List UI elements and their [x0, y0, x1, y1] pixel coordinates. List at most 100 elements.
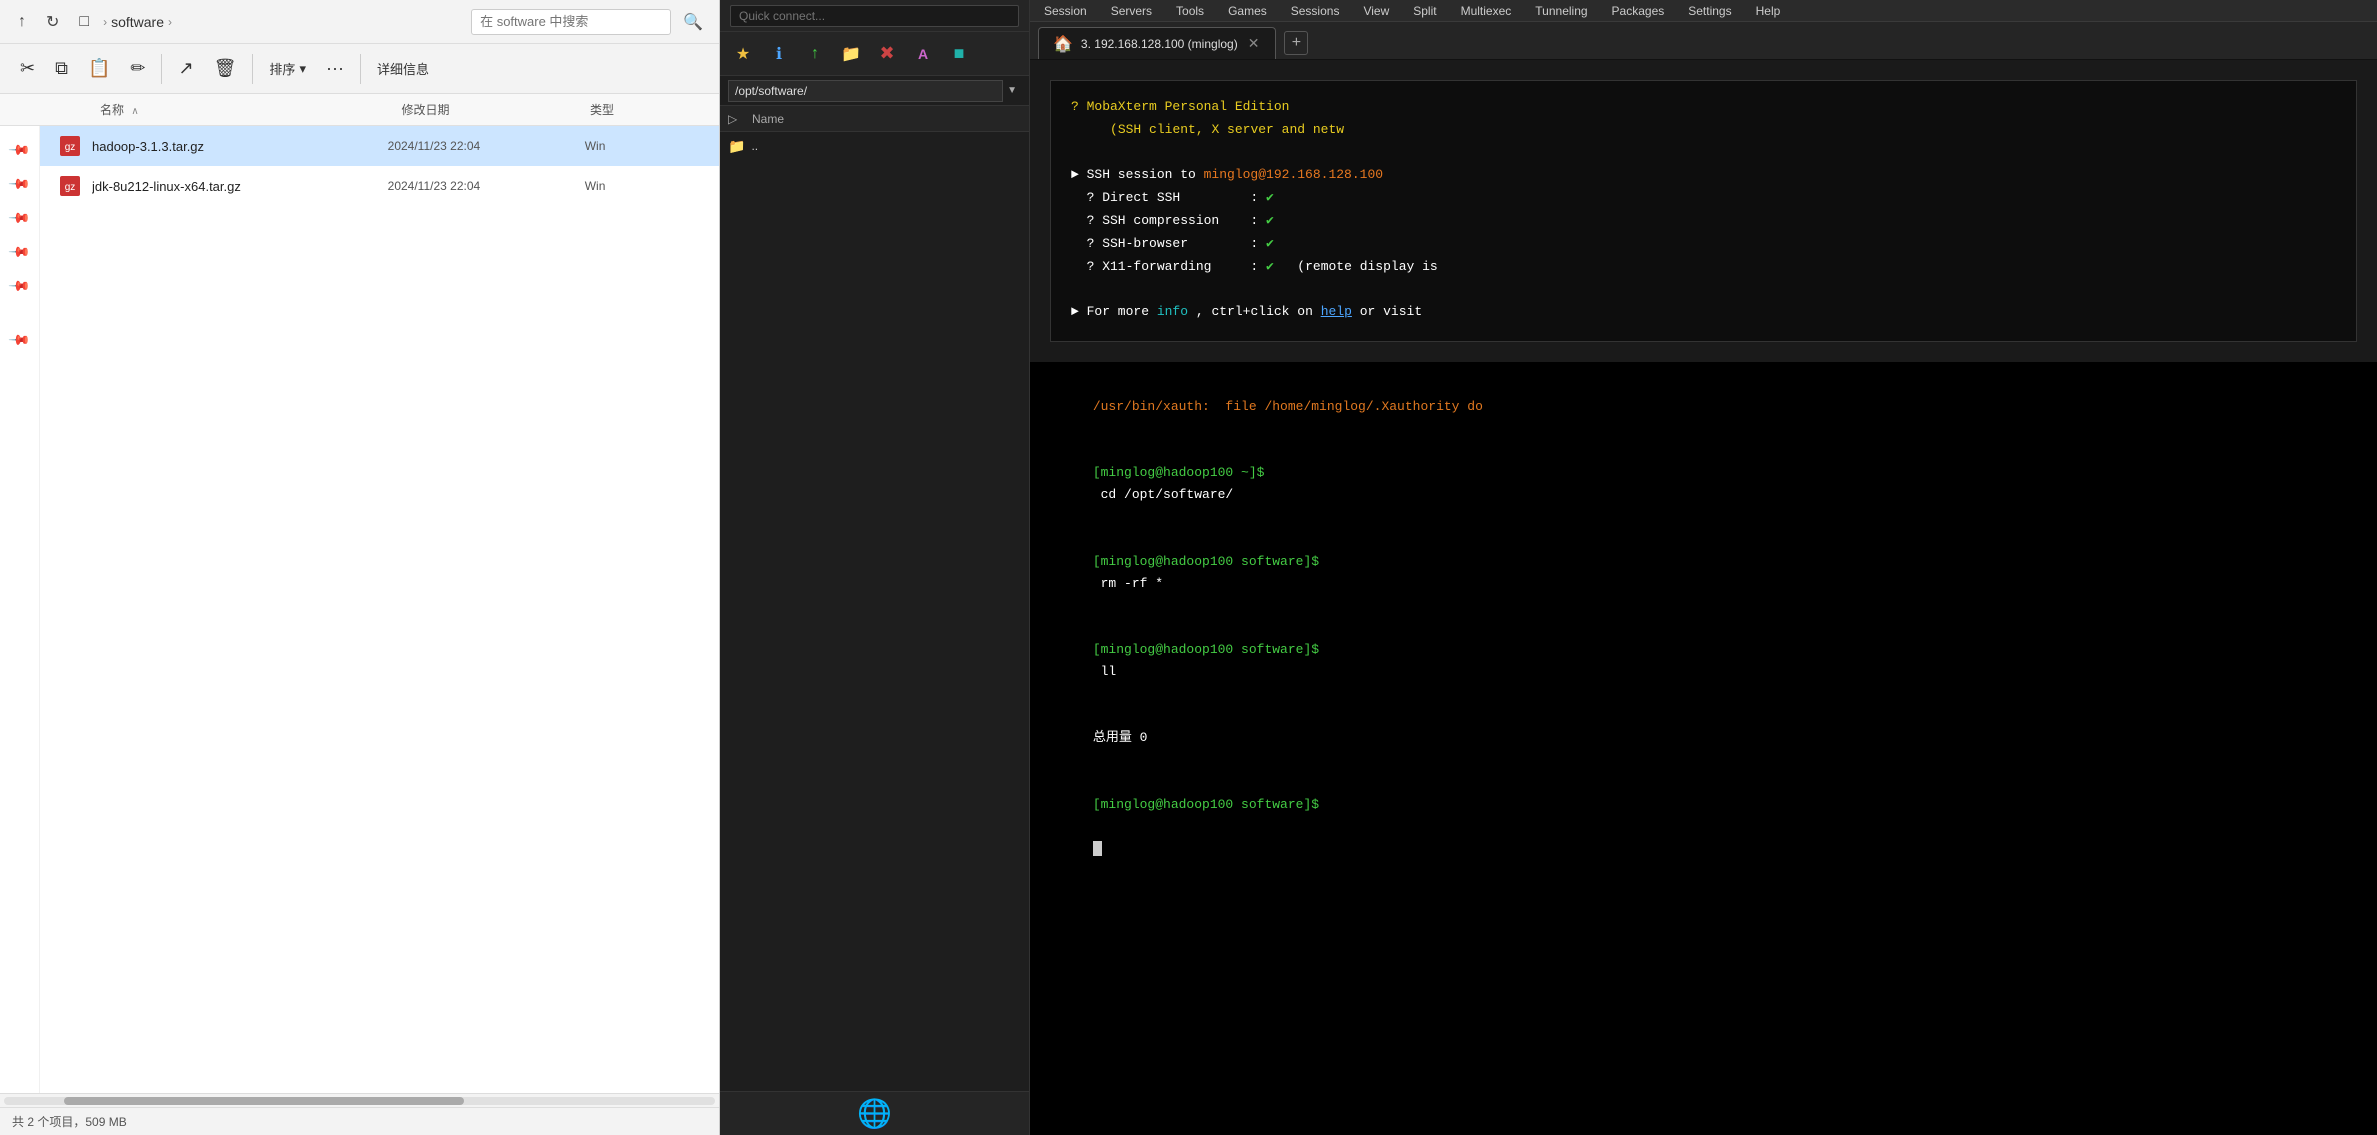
tab-ssh-session[interactable]: 🏠 3. 192.168.128.100 (minglog) ✕	[1038, 27, 1276, 59]
horizontal-scrollbar[interactable]	[0, 1093, 719, 1107]
pin-item-6[interactable]: 📌	[0, 320, 39, 360]
sort-button[interactable]: 排序 ▾	[261, 55, 314, 82]
breadcrumb-folder[interactable]: software	[111, 14, 164, 30]
breadcrumb-arrow2: ›	[168, 15, 172, 29]
col-name-header[interactable]: 名称 ∧	[100, 101, 402, 118]
more-icon: ···	[326, 58, 344, 79]
menu-servers[interactable]: Servers	[1105, 4, 1158, 18]
sftp-col-name-label: Name	[752, 112, 1021, 126]
cut-button[interactable]: ✂	[12, 54, 43, 83]
pin-item-5[interactable]: 📌	[0, 266, 39, 306]
sftp-rename-button[interactable]: A	[908, 40, 938, 68]
sftp-quickconnect-input[interactable]	[730, 5, 1019, 27]
sftp-file-name: ..	[751, 139, 1021, 153]
sftp-path-input[interactable]	[728, 80, 1003, 102]
welcome-ssh-compression: ? SSH compression : ✔	[1071, 211, 2336, 232]
list-item[interactable]: 📁 ..	[720, 132, 1029, 160]
file-explorer: ↑ ↻ □ › software › 🔍 ✂ ⧉ 📋 ✏ ↗ 🗑	[0, 0, 720, 1135]
sftp-bookmark-button[interactable]: ★	[728, 40, 758, 68]
share-icon: ↗	[178, 58, 193, 79]
menu-sessions[interactable]: Sessions	[1285, 4, 1346, 18]
menu-settings[interactable]: Settings	[1682, 4, 1737, 18]
item-count: 共 2 个项目，509 MB	[12, 1113, 127, 1130]
globe-icon: 🌐	[857, 1097, 892, 1130]
paste-icon: 📋	[88, 58, 110, 79]
table-row[interactable]: gz jdk-8u212-linux-x64.tar.gz 2024/11/23…	[40, 166, 719, 206]
scrollbar-thumb[interactable]	[64, 1097, 464, 1105]
more-button[interactable]: ···	[318, 54, 352, 83]
help-link[interactable]: help	[1321, 304, 1352, 319]
rename-button[interactable]: ✏	[122, 54, 153, 83]
file-name: jdk-8u212-linux-x64.tar.gz	[92, 179, 388, 194]
sftp-folder-button[interactable]: 📁	[836, 40, 866, 68]
sftp-folder-icon: 📁	[728, 138, 745, 155]
terminal-line: [minglog@hadoop100 ~]$ cd /opt/software/	[1046, 440, 2361, 528]
col-date-header[interactable]: 修改日期	[402, 101, 590, 118]
cut-icon: ✂	[20, 58, 35, 79]
pin-item-4[interactable]: 📌	[0, 232, 39, 272]
menu-session[interactable]: Session	[1038, 4, 1093, 18]
sftp-file-list: 📁 ..	[720, 132, 1029, 1091]
terminal-tabbar: 🏠 3. 192.168.128.100 (minglog) ✕ +	[1030, 22, 2377, 60]
pin-item-3[interactable]: 📌	[0, 198, 39, 238]
terminal-panel: Session Servers Tools Games Sessions Vie…	[1030, 0, 2377, 1135]
file-name: hadoop-3.1.3.tar.gz	[92, 139, 388, 154]
breadcrumb: › software ›	[103, 14, 463, 30]
welcome-ssh-browser: ? SSH-browser : ✔	[1071, 234, 2336, 255]
terminal-welcome-box: ? MobaXterm Personal Edition (SSH client…	[1050, 80, 2357, 342]
nav-window-button[interactable]: □	[73, 9, 95, 35]
welcome-line-1: ? MobaXterm Personal Edition	[1071, 97, 2336, 118]
file-date: 2024/11/23 22:04	[388, 139, 585, 153]
file-icon: gz	[56, 132, 84, 160]
tab-close-button[interactable]: ✕	[1246, 35, 1262, 52]
menu-games[interactable]: Games	[1222, 4, 1273, 18]
search-button[interactable]: 🔍	[679, 8, 707, 36]
search-input[interactable]	[471, 9, 671, 35]
tab-add-button[interactable]: +	[1284, 31, 1308, 55]
menu-help[interactable]: Help	[1750, 4, 1787, 18]
col-type-header[interactable]: 类型	[590, 101, 703, 118]
pin-item-2[interactable]: 📌	[0, 164, 39, 204]
share-button[interactable]: ↗	[170, 54, 201, 83]
pin-item-1[interactable]: 📌	[0, 130, 39, 170]
nav-refresh-button[interactable]: ↻	[40, 8, 65, 36]
explorer-titlebar: ↑ ↻ □ › software › 🔍	[0, 0, 719, 44]
menu-tools[interactable]: Tools	[1170, 4, 1210, 18]
sftp-toolbar: ★ ℹ ↑ 📁 ✖ A ■	[720, 32, 1029, 76]
sftp-delete-button[interactable]: ✖	[872, 40, 902, 68]
welcome-line-3	[1071, 143, 2336, 164]
toolbar-separator	[161, 54, 162, 84]
sftp-info-button[interactable]: ℹ	[764, 40, 794, 68]
copy-icon: ⧉	[55, 58, 68, 79]
table-row[interactable]: gz hadoop-3.1.3.tar.gz 2024/11/23 22:04 …	[40, 126, 719, 166]
menu-tunneling[interactable]: Tunneling	[1529, 4, 1593, 18]
delete-button[interactable]: 🗑	[206, 54, 245, 83]
sftp-quickconnect-bar	[720, 0, 1029, 32]
terminal-line: [minglog@hadoop100 software]$ ll	[1046, 617, 2361, 705]
sftp-panel: ★ ℹ ↑ 📁 ✖ A ■ ▼ ▷ Name 📁 .. 🌐	[720, 0, 1030, 1135]
sftp-path-dropdown-button[interactable]: ▼	[1003, 83, 1021, 98]
terminal-output[interactable]: /usr/bin/xauth: file /home/minglog/.Xaut…	[1030, 362, 2377, 1135]
scrollbar-track	[4, 1097, 715, 1105]
welcome-line-2: (SSH client, X server and netw	[1071, 120, 2336, 141]
sftp-settings-button[interactable]: ■	[944, 40, 974, 68]
explorer-toolbar: ✂ ⧉ 📋 ✏ ↗ 🗑 排序 ▾ ··· 详细信息	[0, 44, 719, 94]
menu-split[interactable]: Split	[1407, 4, 1442, 18]
home-icon: 🏠	[1053, 34, 1073, 54]
nav-up-button[interactable]: ↑	[12, 9, 32, 35]
terminal-prompt-line: [minglog@hadoop100 software]$	[1046, 772, 2361, 882]
paste-button[interactable]: 📋	[80, 54, 118, 83]
welcome-x11: ? X11-forwarding : ✔ (remote display is	[1071, 257, 2336, 278]
sftp-upload-button[interactable]: ↑	[800, 40, 830, 68]
copy-button[interactable]: ⧉	[47, 54, 76, 83]
cursor	[1093, 841, 1102, 856]
menu-packages[interactable]: Packages	[1606, 4, 1671, 18]
breadcrumb-arrow: ›	[103, 15, 107, 29]
welcome-ssh-session: ► SSH session to minglog@192.168.128.100	[1071, 165, 2336, 186]
welcome-more-info	[1071, 279, 2336, 300]
terminal-line: /usr/bin/xauth: file /home/minglog/.Xaut…	[1046, 374, 2361, 440]
menu-view[interactable]: View	[1357, 4, 1395, 18]
details-button[interactable]: 详细信息	[369, 55, 437, 82]
menu-multiexec[interactable]: Multiexec	[1455, 4, 1518, 18]
rename-icon: ✏	[130, 58, 145, 79]
